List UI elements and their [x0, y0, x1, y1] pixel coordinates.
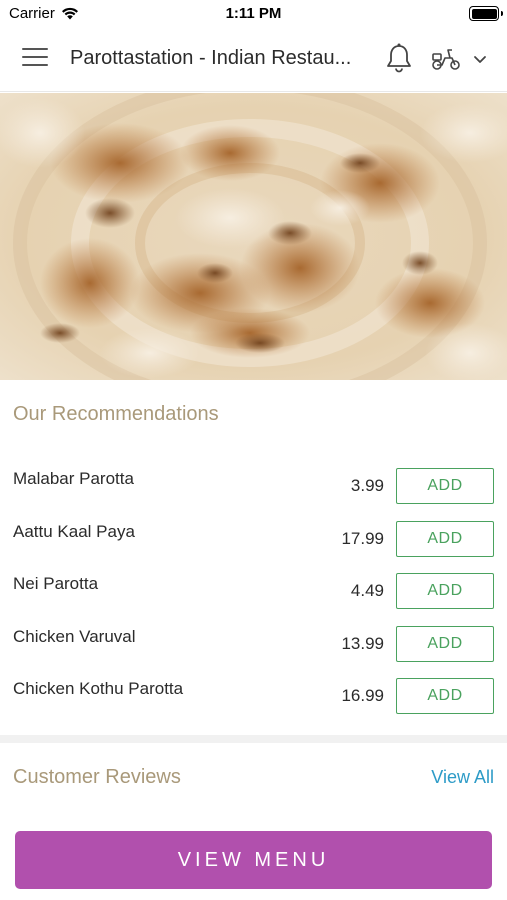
item-name: Aattu Kaal Paya — [13, 521, 135, 541]
list-item: Chicken Kothu Parotta 16.99 ADD — [0, 672, 507, 725]
bell-icon[interactable] — [384, 42, 414, 74]
reviews-heading: Customer Reviews — [13, 766, 181, 788]
item-name: Malabar Parotta — [13, 469, 134, 488]
recommendations-list: Malabar Parotta 3.99 ADD Aattu Kaal Paya… — [0, 462, 507, 725]
recommendations-heading: Our Recommendations — [13, 403, 219, 425]
add-button[interactable]: ADD — [396, 678, 494, 714]
hamburger-menu-icon[interactable] — [22, 48, 48, 70]
hero-food-image — [0, 93, 507, 380]
section-divider — [0, 735, 507, 743]
item-name: Chicken Varuval — [13, 626, 136, 646]
list-item: Chicken Varuval 13.99 ADD — [0, 620, 507, 673]
scooter-icon[interactable] — [430, 46, 462, 72]
item-price: 16.99 — [341, 686, 384, 705]
item-name: Nei Parotta — [13, 574, 99, 593]
view-menu-button[interactable]: VIEW MENU — [15, 831, 492, 889]
item-name: Chicken Kothu Parotta — [13, 679, 184, 698]
item-price: 3.99 — [350, 476, 384, 495]
list-item: Nei Parotta 4.49 ADD — [0, 567, 507, 620]
list-item: Aattu Kaal Paya 17.99 ADD — [0, 515, 507, 568]
item-price: 17.99 — [341, 528, 384, 548]
add-button[interactable]: ADD — [396, 625, 494, 662]
item-price: 4.49 — [350, 581, 384, 600]
status-time: 1:11 PM — [225, 5, 282, 22]
list-item: Malabar Parotta 3.99 ADD — [0, 462, 507, 515]
add-button[interactable]: ADD — [396, 573, 494, 609]
status-bar: Carrier 1:11 PM — [0, 0, 507, 28]
view-all-link[interactable]: View All — [431, 767, 494, 788]
item-price: 13.99 — [341, 633, 384, 653]
chevron-down-icon[interactable] — [472, 52, 488, 66]
add-button[interactable]: ADD — [396, 520, 494, 557]
top-navigation-bar: Parottastation - Indian Restau... — [0, 28, 507, 92]
add-button[interactable]: ADD — [396, 468, 494, 504]
battery-icon — [469, 6, 503, 21]
restaurant-title: Parottastation - Indian Restau... — [70, 47, 352, 69]
